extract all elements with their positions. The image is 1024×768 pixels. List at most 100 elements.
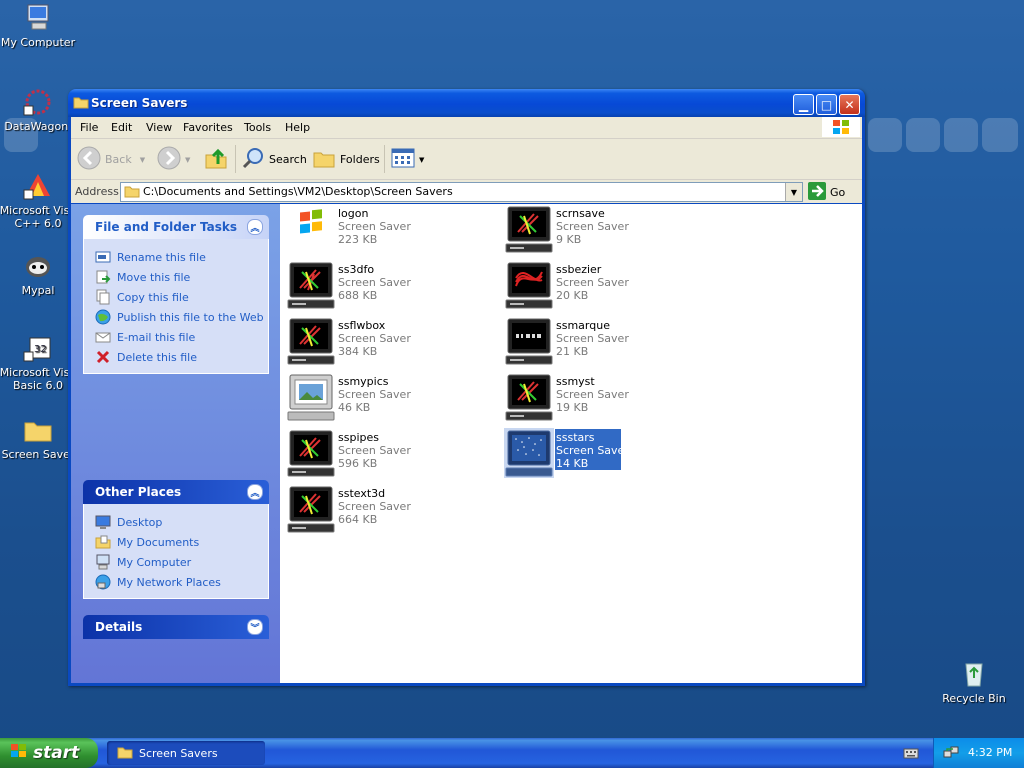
file-size: 596 KB: [338, 457, 378, 470]
desktop-icon-my-computer[interactable]: My Computer: [0, 2, 78, 49]
desktop-icon-mypal[interactable]: Mypal: [0, 250, 78, 297]
search-button[interactable]: Search: [241, 147, 307, 172]
back-arrow-icon: [77, 146, 101, 173]
network-tray-icon[interactable]: [943, 745, 959, 764]
file-item-sstext3d[interactable]: sstext3d Screen Saver 664 KB: [286, 484, 486, 534]
file-type: Screen Saver: [556, 332, 629, 345]
back-button[interactable]: Back ▼: [77, 146, 145, 173]
panel-header[interactable]: File and Folder Tasks ︽: [83, 215, 269, 239]
start-button[interactable]: start: [0, 738, 98, 768]
file-size: 688 KB: [338, 289, 378, 302]
forward-button[interactable]: ▼: [157, 146, 190, 173]
menu-file[interactable]: File: [80, 121, 98, 134]
views-button[interactable]: ▼: [391, 148, 424, 171]
place-network[interactable]: My Network Places: [84, 572, 268, 592]
close-button[interactable]: ✕: [839, 94, 860, 115]
file-type: Screen Saver: [338, 332, 411, 345]
file-item-logon[interactable]: logon Screen Saver 223 KB: [286, 204, 486, 254]
file-name: ss3dfo: [338, 263, 375, 276]
file-size: 9 KB: [556, 233, 582, 246]
minimize-button[interactable]: ▁: [793, 94, 814, 115]
file-size: 384 KB: [338, 345, 378, 358]
task-copy[interactable]: Copy this file: [84, 287, 268, 307]
maximize-button[interactable]: □: [816, 94, 837, 115]
place-my-documents[interactable]: My Documents: [84, 532, 268, 552]
task-publish[interactable]: Publish this file to the Web: [84, 307, 268, 327]
panel-body: Desktop My Documents My Computer My Netw…: [83, 504, 269, 599]
place-my-computer[interactable]: My Computer: [84, 552, 268, 572]
task-label: Copy this file: [117, 290, 189, 304]
keyboard-icon[interactable]: [903, 746, 919, 763]
clock[interactable]: 4:32 PM: [968, 746, 1012, 759]
maximize-icon: □: [820, 97, 833, 112]
file-name: sstext3d: [338, 487, 386, 500]
menu-bar: File Edit View Favorites Tools Help: [71, 117, 862, 139]
recycle-bin-icon: [958, 658, 990, 690]
folder-icon: [73, 95, 89, 112]
place-label: My Documents: [117, 535, 200, 549]
menu-tools[interactable]: Tools: [244, 121, 271, 134]
go-arrow-icon: [808, 182, 826, 203]
desktop-icon-visual-basic[interactable]: 32 Microsoft Visu Basic 6.0: [0, 332, 78, 392]
desktop-icon-datawagon[interactable]: DataWagon.: [0, 86, 78, 133]
address-input[interactable]: C:\Documents and Settings\VM2\Desktop\Sc…: [120, 182, 803, 202]
task-label: Publish this file to the Web: [117, 310, 264, 324]
file-name: sspipes: [338, 431, 379, 444]
visual-cpp-icon: [22, 170, 54, 202]
panel-body: Rename this file Move this file Copy thi…: [83, 239, 269, 374]
address-value: C:\Documents and Settings\VM2\Desktop\Sc…: [143, 185, 453, 198]
file-item-ssflwbox[interactable]: ssflwbox Screen Saver 384 KB: [286, 316, 486, 366]
task-email[interactable]: E-mail this file: [84, 327, 268, 347]
task-rename[interactable]: Rename this file: [84, 247, 268, 267]
go-button[interactable]: Go: [808, 182, 845, 203]
address-dropdown-button[interactable]: ▼: [785, 183, 802, 201]
file-item-ss3dfo[interactable]: ss3dfo Screen Saver 688 KB: [286, 260, 486, 310]
panel-header[interactable]: Details ︾: [83, 615, 269, 639]
task-move[interactable]: Move this file: [84, 267, 268, 287]
publish-web-icon: [95, 309, 111, 325]
up-folder-button[interactable]: [204, 146, 228, 173]
menu-help[interactable]: Help: [285, 121, 310, 134]
file-name: ssflwbox: [338, 319, 386, 332]
menu-favorites[interactable]: Favorites: [183, 121, 233, 134]
search-label: Search: [269, 153, 307, 166]
taskbar-button-screen-savers[interactable]: Screen Savers: [107, 741, 265, 765]
desktop-icon-screen-saver[interactable]: Screen Saver: [0, 414, 78, 461]
file-item-ssbezier[interactable]: ssbezier Screen Saver 20 KB: [504, 260, 704, 310]
monitor-icon: [286, 484, 336, 534]
file-folder-tasks-panel: File and Folder Tasks ︽ Rename this file…: [83, 215, 269, 374]
task-delete[interactable]: Delete this file: [84, 347, 268, 367]
menu-view[interactable]: View: [146, 121, 172, 134]
file-item-scrnsave[interactable]: scrnsave Screen Saver 9 KB: [504, 204, 704, 254]
collapse-icon[interactable]: ︽: [247, 219, 263, 235]
collapse-icon[interactable]: ︽: [247, 484, 263, 500]
go-label: Go: [830, 186, 846, 199]
file-type: Screen Saver: [556, 388, 629, 401]
file-item-ssmyst[interactable]: ssmyst Screen Saver 19 KB: [504, 372, 704, 422]
desktop-icon-visual-cpp[interactable]: Microsoft Visu C++ 6.0: [0, 170, 78, 230]
folder-icon: [117, 745, 133, 762]
file-size: 664 KB: [338, 513, 378, 526]
desktop-icon-label: Screen Saver: [1, 448, 75, 461]
folders-button[interactable]: Folders: [312, 147, 380, 172]
menu-edit[interactable]: Edit: [111, 121, 132, 134]
panel-header[interactable]: Other Places ︽: [83, 480, 269, 504]
file-item-ssmypics[interactable]: ssmypics Screen Saver 46 KB: [286, 372, 486, 422]
desktop-icon-recycle-bin[interactable]: Recycle Bin: [934, 658, 1014, 705]
close-icon: ✕: [844, 97, 855, 112]
file-name: ssmarque: [556, 319, 610, 332]
mypal-icon: [22, 250, 54, 282]
windows-logo-icon: [822, 117, 860, 137]
other-places-panel: Other Places ︽ Desktop My Documents My C…: [83, 480, 269, 599]
file-item-ssmarque[interactable]: ssmarque Screen Saver 21 KB: [504, 316, 704, 366]
details-panel: Details ︾: [83, 615, 269, 639]
file-item-sspipes[interactable]: sspipes Screen Saver 596 KB: [286, 428, 486, 478]
monitor-icon: [286, 316, 336, 366]
file-item-ssstars[interactable]: ssstars Screen Saver 14 KB: [504, 428, 704, 478]
monitor-marquee-icon: [504, 316, 554, 366]
expand-icon[interactable]: ︾: [247, 619, 263, 635]
folders-label: Folders: [340, 153, 380, 166]
place-desktop[interactable]: Desktop: [84, 512, 268, 532]
explorer-window: Screen Savers ▁ □ ✕ File Edit View Favor…: [68, 89, 865, 686]
title-bar[interactable]: Screen Savers ▁ □ ✕: [68, 89, 865, 117]
